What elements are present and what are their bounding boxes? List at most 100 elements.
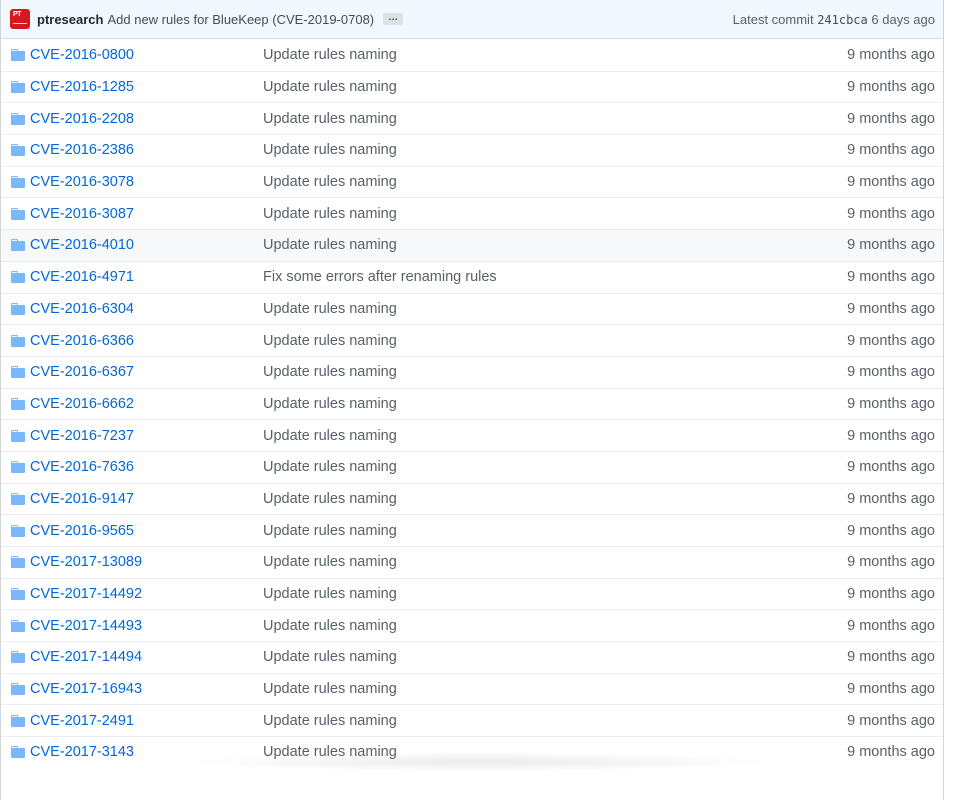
folder-icon <box>11 239 25 252</box>
table-row[interactable]: CVE-2016-7237 Update rules naming 9 months… <box>1 419 943 451</box>
folder-icon <box>11 334 25 347</box>
folder-name-link[interactable]: CVE-2017-14493 <box>30 618 263 634</box>
table-row[interactable]: CVE-2016-2386 Update rules naming 9 months… <box>1 134 943 166</box>
table-row[interactable]: CVE-2016-4971 Fix some errors after renam… <box>1 260 943 293</box>
commit-message-link[interactable]: Update rules naming <box>263 744 847 760</box>
folder-name-link[interactable]: CVE-2016-6662 <box>30 396 263 412</box>
table-row[interactable]: CVE-2016-6367 Update rules naming 9 months… <box>1 355 943 388</box>
table-row[interactable]: CVE-2017-14493 Update rules naming 9 month… <box>1 609 943 641</box>
avatar-logo-line <box>13 23 27 24</box>
commit-age: 9 months ago <box>847 46 935 63</box>
folder-icon <box>11 366 25 379</box>
folder-icon <box>11 683 25 696</box>
commit-message-link[interactable]: Fix some errors after renaming rules <box>263 269 847 285</box>
commit-message-link[interactable]: Update rules naming <box>263 554 847 570</box>
author-avatar[interactable]: PT <box>10 9 30 29</box>
folder-name-link[interactable]: CVE-2016-7237 <box>30 428 263 444</box>
folder-icon <box>11 714 25 727</box>
folder-name-link[interactable]: CVE-2017-2491 <box>30 713 263 729</box>
folder-icon <box>11 461 25 474</box>
commit-message-link[interactable]: Update rules naming <box>263 206 847 222</box>
table-row[interactable]: CVE-2017-14494 Update rules naming 9 month… <box>1 641 943 673</box>
commit-age: 9 months ago <box>847 617 935 634</box>
commit-age: 9 months ago <box>847 522 935 539</box>
commit-message-link[interactable]: Update rules naming <box>263 333 847 349</box>
commit-message-link[interactable]: Update rules naming <box>263 364 847 380</box>
commit-age: 9 months ago <box>847 395 935 412</box>
folder-name-link[interactable]: CVE-2016-3078 <box>30 174 263 190</box>
folder-name-link[interactable]: CVE-2016-7636 <box>30 459 263 475</box>
commit-message-link[interactable]: Update rules naming <box>263 79 847 95</box>
commit-message-link[interactable]: Update rules naming <box>263 237 847 253</box>
commit-message-link[interactable]: Update rules naming <box>263 618 847 634</box>
folder-name-link[interactable]: CVE-2016-2386 <box>30 142 263 158</box>
folder-name-link[interactable]: CVE-2016-4010 <box>30 237 263 253</box>
folder-name-link[interactable]: CVE-2016-0800 <box>30 47 263 63</box>
folder-icon <box>11 397 25 410</box>
folder-name-link[interactable]: CVE-2017-16943 <box>30 681 263 697</box>
folder-name-link[interactable]: CVE-2017-3143 <box>30 744 263 760</box>
table-row[interactable]: CVE-2016-6662 Update rules naming 9 months… <box>1 387 943 420</box>
table-row[interactable]: CVE-2017-16943 Update rules naming 9 month… <box>1 672 943 705</box>
table-row[interactable]: CVE-2016-2208 Update rules naming 9 months… <box>1 102 943 134</box>
folder-name-link[interactable]: CVE-2017-14494 <box>30 649 263 665</box>
commit-message-link[interactable]: Update rules naming <box>263 586 847 602</box>
commit-age: 9 months ago <box>847 554 935 571</box>
table-row[interactable]: CVE-2016-1285 Update rules naming 9 months… <box>1 70 943 103</box>
commit-author-link[interactable]: ptresearch <box>37 12 103 27</box>
folder-name-link[interactable]: CVE-2017-13089 <box>30 554 263 570</box>
commit-sha-link[interactable]: 241cbca <box>817 13 868 27</box>
folder-icon <box>11 144 25 157</box>
commit-age: 9 months ago <box>847 300 935 317</box>
folder-name-link[interactable]: CVE-2017-14492 <box>30 586 263 602</box>
folder-name-link[interactable]: CVE-2016-6367 <box>30 364 263 380</box>
table-row[interactable]: CVE-2017-14492 Update rules naming 9 month… <box>1 577 943 610</box>
table-row[interactable]: CVE-2016-4010 Update rules naming 9 months… <box>1 229 943 261</box>
folder-name-link[interactable]: CVE-2016-1285 <box>30 79 263 95</box>
commit-age: 9 months ago <box>847 459 935 476</box>
table-row[interactable]: CVE-2017-13089 Update rules naming 9 month… <box>1 546 943 578</box>
commit-age: 9 months ago <box>847 79 935 96</box>
expand-commit-message-button[interactable]: … <box>383 13 404 25</box>
table-row[interactable]: CVE-2016-9147 Update rules naming 9 months… <box>1 482 943 515</box>
folder-name-link[interactable]: CVE-2016-6304 <box>30 301 263 317</box>
folder-name-link[interactable]: CVE-2016-3087 <box>30 206 263 222</box>
folder-icon <box>11 588 25 601</box>
commit-message-link[interactable]: Update rules naming <box>263 491 847 507</box>
latest-commit-label: Latest commit <box>732 11 814 27</box>
commit-message-link[interactable]: Update rules naming <box>263 681 847 697</box>
commit-message-link[interactable]: Update rules naming <box>263 142 847 158</box>
folder-name-link[interactable]: CVE-2016-4971 <box>30 269 263 285</box>
commit-message-link[interactable]: Update rules naming <box>263 428 847 444</box>
commit-message-link[interactable]: Update rules naming <box>263 301 847 317</box>
commit-message-link[interactable]: Update rules naming <box>263 649 847 665</box>
commit-message-link[interactable]: Add new rules for BlueKeep (CVE-2019-070… <box>107 12 374 27</box>
table-row[interactable]: CVE-2016-0800 Update rules naming 9 months… <box>1 39 943 71</box>
commit-message-link[interactable]: Update rules naming <box>263 174 847 190</box>
table-row[interactable]: CVE-2017-3143 Update rules naming 9 months… <box>1 736 943 768</box>
table-row[interactable]: CVE-2017-2491 Update rules naming 9 months… <box>1 704 943 736</box>
table-row[interactable]: CVE-2016-3087 Update rules naming 9 months… <box>1 197 943 229</box>
table-row[interactable]: CVE-2016-7636 Update rules naming 9 months… <box>1 450 943 483</box>
commit-message-link[interactable]: Update rules naming <box>263 47 847 63</box>
folder-icon <box>11 651 25 664</box>
commit-age: 9 months ago <box>847 744 935 761</box>
commit-message-link[interactable]: Update rules naming <box>263 396 847 412</box>
commit-age: 9 months ago <box>847 586 935 603</box>
commit-message-link[interactable]: Update rules naming <box>263 523 847 539</box>
commit-message-link[interactable]: Update rules naming <box>263 111 847 127</box>
commit-age: 9 months ago <box>847 110 935 127</box>
table-row[interactable]: CVE-2016-9565 Update rules naming 9 months… <box>1 514 943 546</box>
folder-name-link[interactable]: CVE-2016-6366 <box>30 333 263 349</box>
folder-name-link[interactable]: CVE-2016-2208 <box>30 111 263 127</box>
table-row[interactable]: CVE-2016-6366 Update rules naming 9 months… <box>1 324 943 356</box>
commit-message-link[interactable]: Update rules naming <box>263 713 847 729</box>
table-row[interactable]: CVE-2016-6304 Update rules naming 9 months… <box>1 292 943 325</box>
folder-name-link[interactable]: CVE-2016-9147 <box>30 491 263 507</box>
table-row[interactable]: CVE-2016-3078 Update rules naming 9 months… <box>1 165 943 198</box>
folder-name-link[interactable]: CVE-2016-9565 <box>30 523 263 539</box>
commit-age: 9 months ago <box>847 174 935 191</box>
folder-icon <box>11 556 25 569</box>
commit-age: 9 months ago <box>847 427 935 444</box>
commit-message-link[interactable]: Update rules naming <box>263 459 847 475</box>
